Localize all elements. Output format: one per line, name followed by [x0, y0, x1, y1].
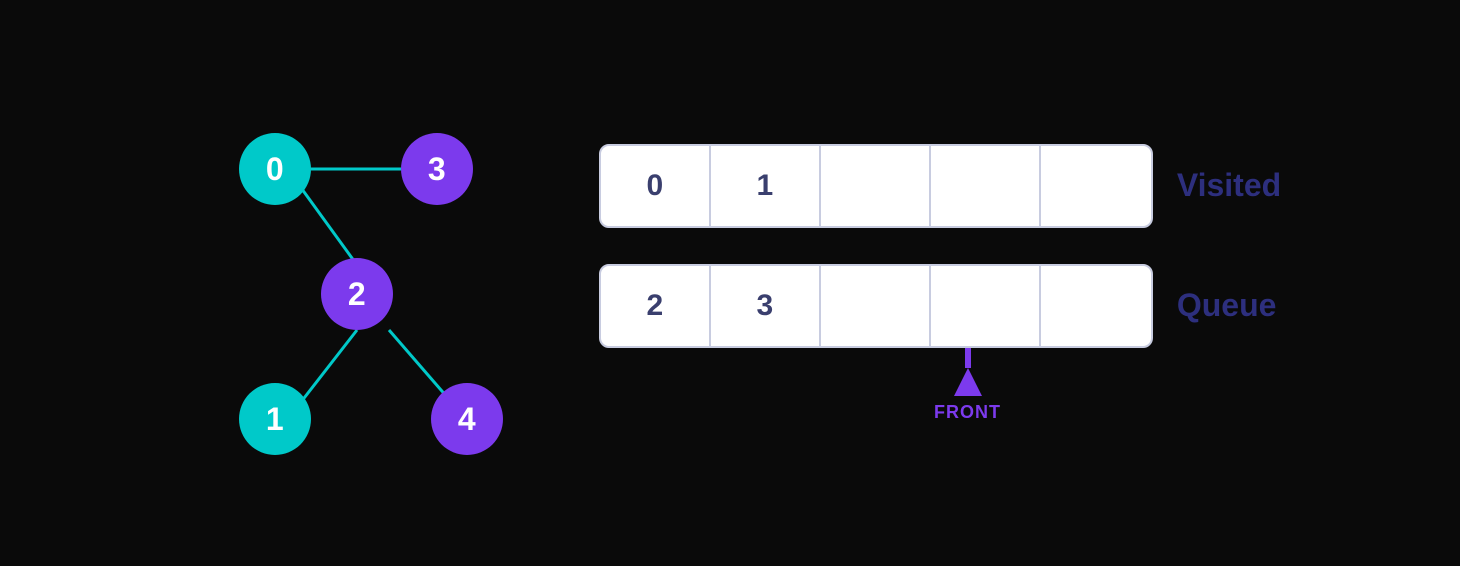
- graph-area: 0 3 2 1 4: [179, 73, 519, 493]
- node-2: 2: [321, 258, 393, 330]
- visited-row: 0 1 Visited: [599, 144, 1281, 228]
- node-4: 4: [431, 383, 503, 455]
- node-0: 0: [239, 133, 311, 205]
- queue-array: 2 3: [599, 264, 1153, 348]
- front-label: FRONT: [934, 402, 1001, 423]
- queue-cell-0: 2: [601, 266, 711, 346]
- main-container: 0 3 2 1 4 0 1 Visited: [179, 73, 1281, 493]
- visited-cell-3: [931, 146, 1041, 226]
- queue-cell-1: 3: [711, 266, 821, 346]
- queue-cell-3: [931, 266, 1041, 346]
- visited-cell-4: [1041, 146, 1151, 226]
- arrays-and-front: 0 1 Visited 2 3 Queue: [599, 144, 1281, 423]
- arrow-stem: [965, 348, 971, 368]
- right-panel: 0 1 Visited 2 3 Queue: [599, 144, 1281, 423]
- front-indicator: FRONT: [654, 348, 1281, 423]
- queue-cell-4: [1041, 266, 1151, 346]
- visited-cell-1: 1: [711, 146, 821, 226]
- queue-cell-2: [821, 266, 931, 346]
- queue-label: Queue: [1177, 287, 1277, 324]
- visited-cell-2: [821, 146, 931, 226]
- arrow-up: [954, 368, 982, 396]
- node-3: 3: [401, 133, 473, 205]
- visited-cell-0: 0: [601, 146, 711, 226]
- visited-array: 0 1: [599, 144, 1153, 228]
- node-1: 1: [239, 383, 311, 455]
- visited-label: Visited: [1177, 167, 1281, 204]
- queue-row: 2 3 Queue: [599, 264, 1281, 348]
